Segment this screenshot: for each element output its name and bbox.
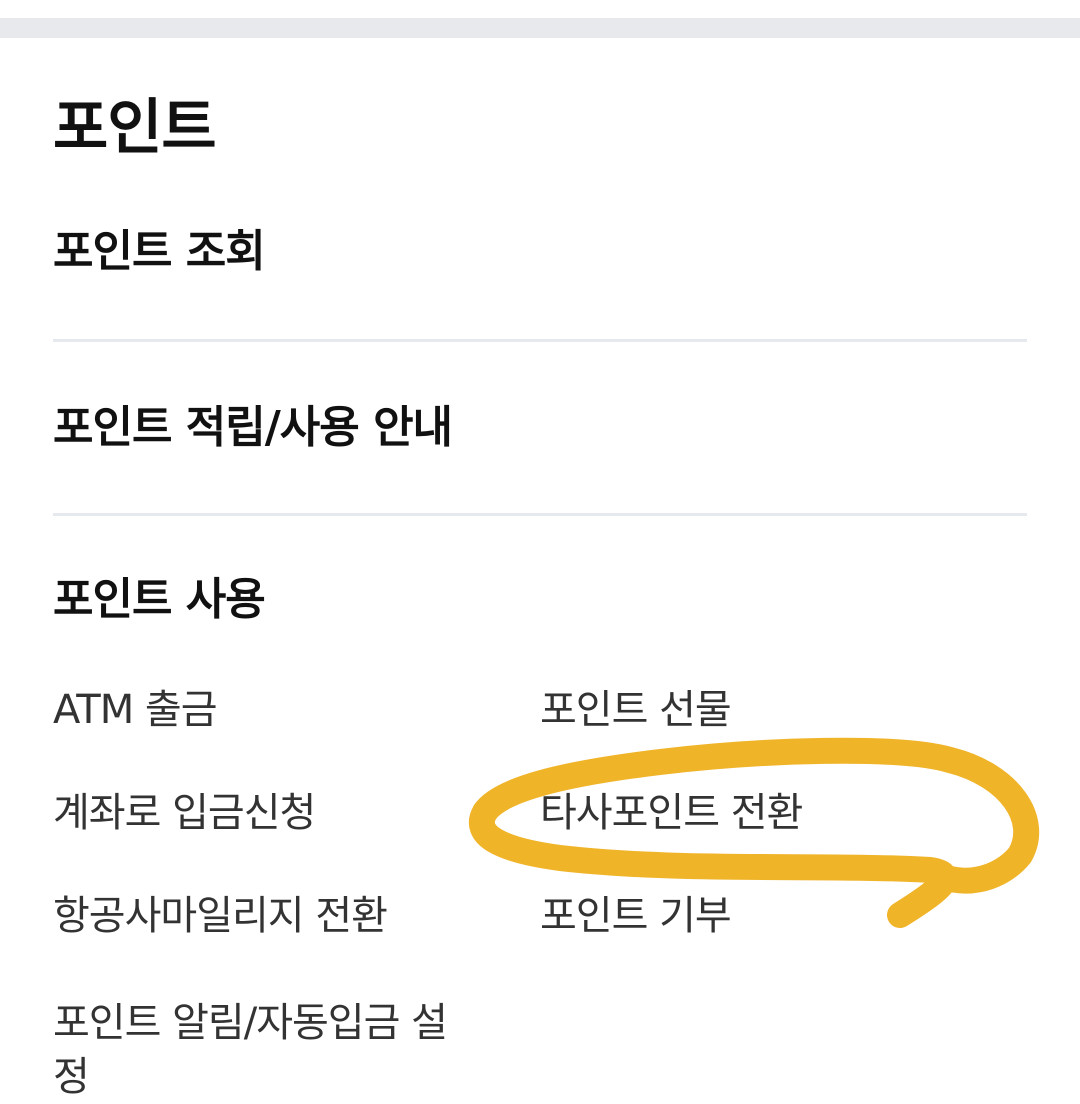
- point-lookup-link[interactable]: 포인트 조회: [53, 222, 1027, 282]
- page-title: 포인트: [53, 93, 217, 163]
- top-spacer: [0, 0, 1080, 18]
- other-point-conversion-link[interactable]: 타사포인트 전환: [540, 787, 803, 839]
- top-separator-band: [0, 18, 1080, 38]
- point-gift-link[interactable]: 포인트 선물: [540, 684, 732, 736]
- divider: [53, 339, 1027, 342]
- airline-mileage-conversion-link[interactable]: 항공사마일리지 전환: [53, 890, 388, 942]
- point-guide-link[interactable]: 포인트 적립/사용 안내: [53, 398, 1027, 458]
- point-alert-auto-deposit-link[interactable]: 포인트 알림/자동입금 설정: [53, 996, 453, 1104]
- point-donation-link[interactable]: 포인트 기부: [540, 890, 732, 942]
- account-deposit-link[interactable]: 계좌로 입금신청: [53, 787, 316, 839]
- atm-withdraw-link[interactable]: ATM 출금: [53, 684, 218, 736]
- divider: [53, 513, 1027, 516]
- point-use-heading: 포인트 사용: [53, 574, 266, 625]
